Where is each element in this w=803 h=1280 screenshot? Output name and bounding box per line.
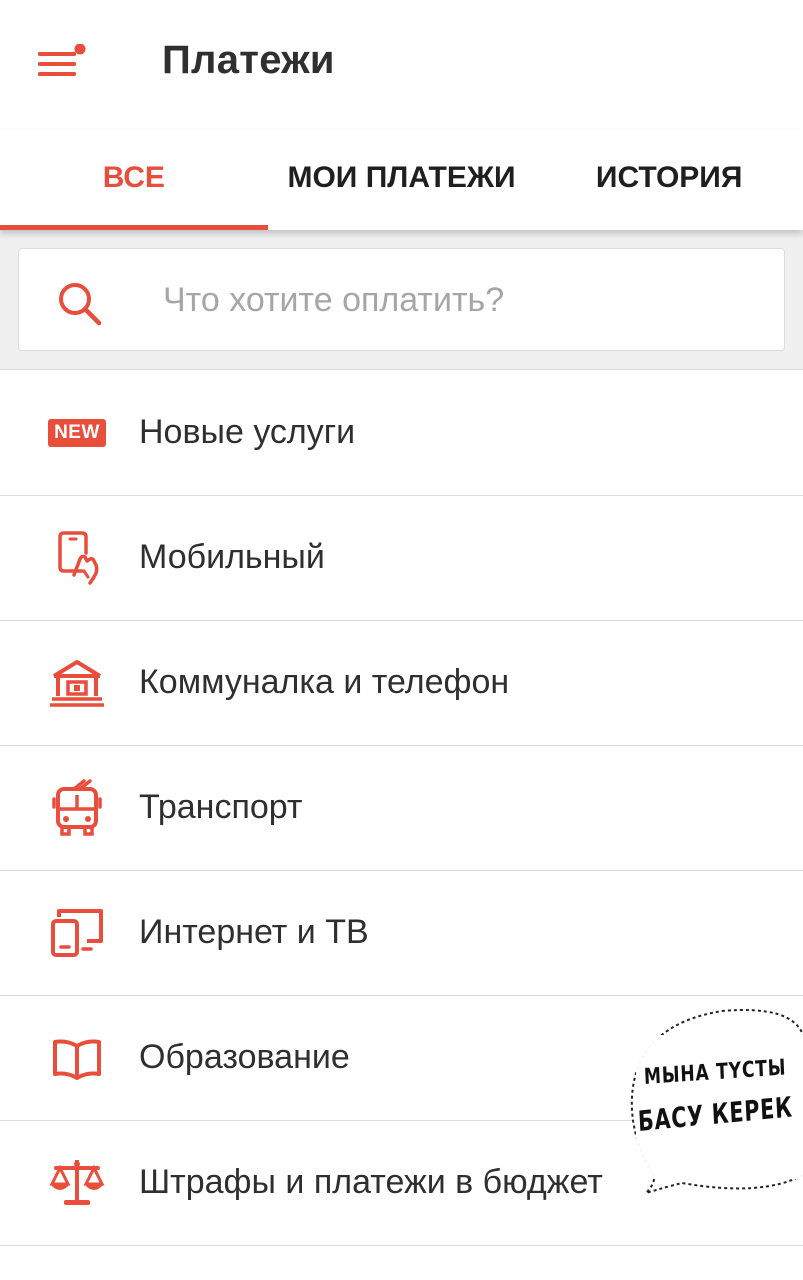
search-placeholder: Что хотите оплатить? bbox=[163, 281, 505, 319]
tab-bar: ВСЕ МОИ ПЛАТЕЖИ ИСТОРИЯ bbox=[0, 130, 803, 230]
list-item-internet-tv[interactable]: Интернет и ТВ bbox=[0, 871, 803, 996]
list-item-transport[interactable]: Транспорт bbox=[0, 746, 803, 871]
trolleybus-icon bbox=[46, 779, 108, 836]
book-icon bbox=[46, 1030, 108, 1086]
menu-icon bbox=[38, 44, 86, 76]
tab-my-payments[interactable]: МОИ ПЛАТЕЖИ bbox=[268, 130, 536, 230]
list-item-label: Новые услуги bbox=[139, 413, 356, 451]
new-badge: NEW bbox=[48, 419, 106, 447]
search-input[interactable]: Что хотите оплатить? bbox=[18, 248, 785, 351]
list-item-label: Штрафы и платежи в бюджет bbox=[139, 1163, 603, 1201]
house-icon bbox=[46, 655, 108, 711]
list-item-label: Образование bbox=[139, 1038, 350, 1076]
devices-icon bbox=[46, 905, 108, 961]
speech-bubble-sticker: МЫНА ТҮСТЫ БАСУ КЕРЕК bbox=[622, 1005, 803, 1195]
app-bar: Платежи bbox=[0, 0, 803, 130]
mobile-phone-touch-icon bbox=[46, 530, 108, 586]
menu-button[interactable] bbox=[36, 44, 86, 84]
tab-all[interactable]: ВСЕ bbox=[0, 130, 268, 230]
list-item-label: Мобильный bbox=[139, 538, 325, 576]
list-item-label: Коммуналка и телефон bbox=[139, 663, 510, 701]
page-title: Платежи bbox=[162, 38, 335, 82]
tab-history[interactable]: ИСТОРИЯ bbox=[535, 130, 803, 230]
search-area: Что хотите оплатить? bbox=[0, 230, 803, 370]
list-item-label: Интернет и ТВ bbox=[139, 913, 369, 951]
list-item-label: Транспорт bbox=[139, 788, 303, 826]
list-item-new-services[interactable]: NEW Новые услуги bbox=[0, 371, 803, 496]
list-item-mobile[interactable]: Мобильный bbox=[0, 496, 803, 621]
scales-icon bbox=[46, 1155, 108, 1211]
new-badge-icon: NEW bbox=[46, 405, 108, 461]
list-item-utilities[interactable]: Коммуналка и телефон bbox=[0, 621, 803, 746]
search-icon bbox=[59, 283, 102, 326]
